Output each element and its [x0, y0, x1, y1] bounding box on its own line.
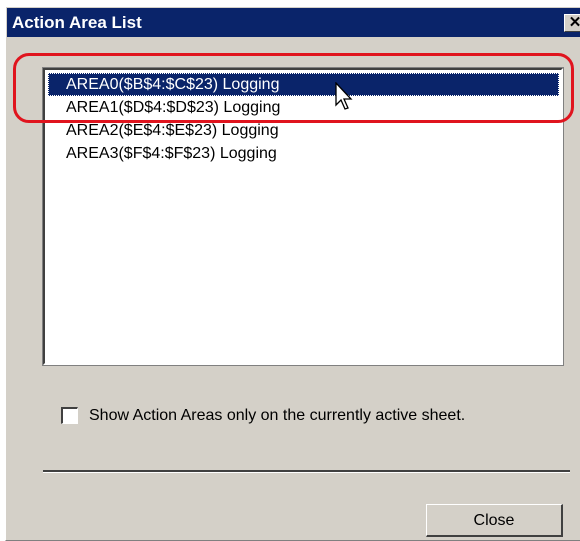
separator-line — [43, 470, 570, 473]
window-title: Action Area List — [12, 13, 142, 32]
show-active-sheet-only-checkbox[interactable] — [61, 407, 78, 424]
show-active-sheet-only-label[interactable]: Show Action Areas only on the currently … — [89, 406, 465, 426]
close-icon[interactable]: ✕ — [564, 14, 580, 32]
close-button[interactable]: Close — [426, 504, 563, 537]
mouse-pointer-icon — [335, 82, 353, 110]
list-item-area3[interactable]: AREA3($F$4:$F$23) Logging — [48, 142, 559, 165]
action-area-listbox[interactable]: AREA0($B$4:$C$23) Logging AREA1($D$4:$D$… — [42, 67, 564, 366]
action-area-list-dialog: Action Area List ✕ AREA0($B$4:$C$23) Log… — [5, 6, 580, 541]
list-item-area2[interactable]: AREA2($E$4:$E$23) Logging — [48, 119, 559, 142]
list-item-area0[interactable]: AREA0($B$4:$C$23) Logging — [48, 73, 559, 96]
title-bar[interactable]: Action Area List ✕ — [7, 8, 580, 37]
list-item-area1[interactable]: AREA1($D$4:$D$23) Logging — [48, 96, 559, 119]
